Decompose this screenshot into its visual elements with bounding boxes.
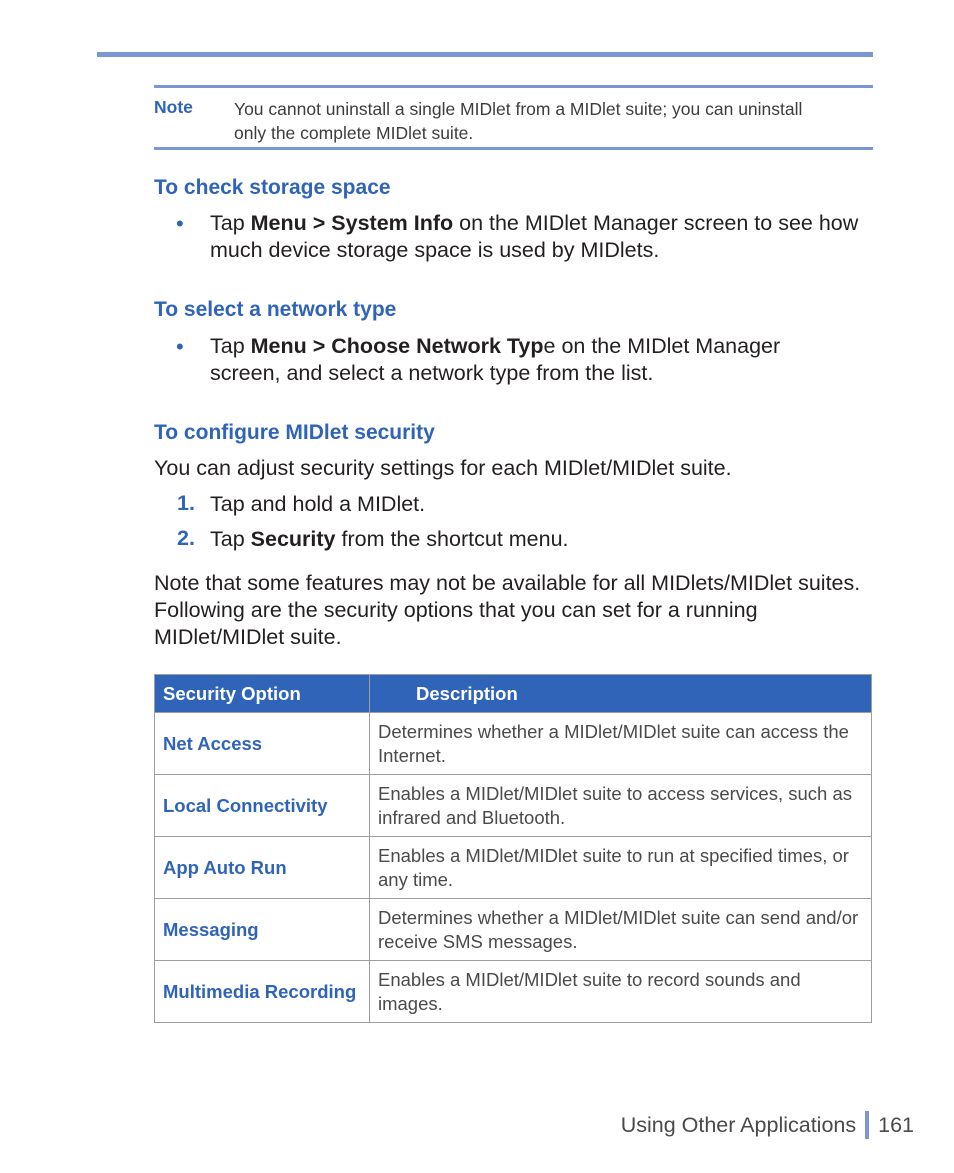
- option-name: Net Access: [154, 712, 370, 775]
- note-text: You cannot uninstall a single MIDlet fro…: [234, 99, 803, 143]
- table-header-row: Security Option Description: [154, 674, 872, 713]
- bullet-icon: •: [176, 211, 184, 236]
- option-name: Multimedia Recording: [154, 960, 370, 1023]
- page-footer: Using Other Applications 161: [621, 1111, 914, 1139]
- text: from the shortcut menu.: [335, 527, 569, 551]
- option-name: App Auto Run: [154, 836, 370, 899]
- security-paragraph: Note that some features may not be avail…: [154, 571, 861, 649]
- text: Tap: [210, 211, 251, 235]
- step-text: Tap and hold a MIDlet.: [210, 491, 850, 518]
- menu-item: Security: [250, 527, 336, 551]
- page-number: 161: [878, 1112, 914, 1137]
- option-name: Local Connectivity: [154, 774, 370, 837]
- text: Tap: [210, 527, 251, 551]
- chapter-title: Using Other Applications: [620, 1112, 857, 1137]
- step-text: Tap Security from the shortcut menu.: [210, 526, 850, 553]
- footer-divider: [865, 1111, 870, 1139]
- option-name: Messaging: [154, 898, 370, 961]
- text: Tap and hold a MIDlet.: [210, 492, 426, 516]
- heading-select-network: To select a network type: [154, 298, 397, 321]
- table-row: Multimedia Recording Enables a MIDlet/MI…: [154, 960, 872, 1023]
- menu-path: Menu > System Info: [250, 211, 454, 235]
- storage-instruction: Tap Menu > System Info on the MIDlet Man…: [210, 210, 870, 264]
- text: Tap: [210, 334, 251, 358]
- step-number: 2.: [177, 526, 195, 550]
- option-description: Determines whether a MIDlet/MIDlet suite…: [369, 898, 872, 961]
- table-row: Messaging Determines whether a MIDlet/MI…: [154, 898, 872, 961]
- table-row: App Auto Run Enables a MIDlet/MIDlet sui…: [154, 836, 872, 899]
- option-description: Determines whether a MIDlet/MIDlet suite…: [369, 712, 872, 775]
- note-label: Note: [154, 97, 193, 117]
- option-description: Enables a MIDlet/MIDlet suite to run at …: [369, 836, 872, 899]
- table-row: Local Connectivity Enables a MIDlet/MIDl…: [154, 774, 872, 837]
- heading-configure-security: To configure MIDlet security: [154, 421, 435, 444]
- heading-check-storage: To check storage space: [154, 176, 391, 199]
- header-rule: [97, 52, 873, 57]
- network-instruction: Tap Menu > Choose Network Type on the MI…: [210, 333, 850, 387]
- option-description: Enables a MIDlet/MIDlet suite to access …: [369, 774, 872, 837]
- table-row: Net Access Determines whether a MIDlet/M…: [154, 712, 872, 775]
- security-options-table: Security Option Description Net Access D…: [154, 674, 872, 1023]
- step-number: 1.: [177, 491, 195, 515]
- column-header-option: Security Option: [154, 674, 370, 713]
- option-description: Enables a MIDlet/MIDlet suite to record …: [369, 960, 872, 1023]
- security-intro: You can adjust security settings for eac…: [154, 456, 732, 480]
- bullet-icon: •: [176, 334, 184, 359]
- menu-path: Menu > Choose Network Typ: [250, 334, 544, 358]
- note-box: Note You cannot uninstall a single MIDle…: [154, 85, 873, 150]
- column-header-description: Description: [369, 674, 872, 713]
